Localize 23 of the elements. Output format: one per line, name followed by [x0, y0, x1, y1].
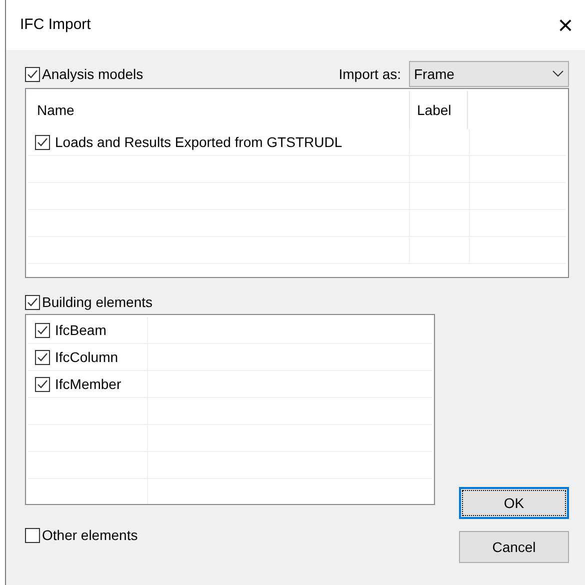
checkbox[interactable]: [25, 294, 40, 310]
table-cell-text: Loads and Results Exported from GTSTRUDL: [55, 132, 342, 152]
checkbox[interactable]: [35, 322, 50, 338]
dialog-button[interactable]: Cancel: [459, 531, 569, 563]
column-header[interactable]: Label: [410, 91, 468, 129]
import-as-label: Import as:: [338, 64, 401, 84]
list-item[interactable]: IfcMember: [55, 374, 122, 394]
window-title: IFC Import: [20, 14, 91, 35]
column-header[interactable]: Name: [28, 91, 410, 129]
checkbox-label: Analysis models: [42, 64, 144, 84]
checkbox[interactable]: [25, 66, 40, 82]
checkbox[interactable]: [25, 528, 40, 542]
import-as-dropdown[interactable]: Frame: [409, 61, 569, 87]
close-button[interactable]: ×: [558, 12, 573, 38]
list-item[interactable]: IfcColumn: [55, 346, 118, 368]
dialog-button[interactable]: OK: [459, 487, 569, 519]
checkbox[interactable]: [35, 350, 50, 364]
list-item[interactable]: IfcBeam: [55, 320, 106, 340]
checkbox-label: Other elements: [42, 526, 138, 544]
checkbox[interactable]: [35, 376, 50, 392]
checkbox[interactable]: [35, 134, 50, 150]
checkbox-label: Building elements: [42, 292, 153, 312]
chevron-down-icon: [552, 70, 564, 78]
